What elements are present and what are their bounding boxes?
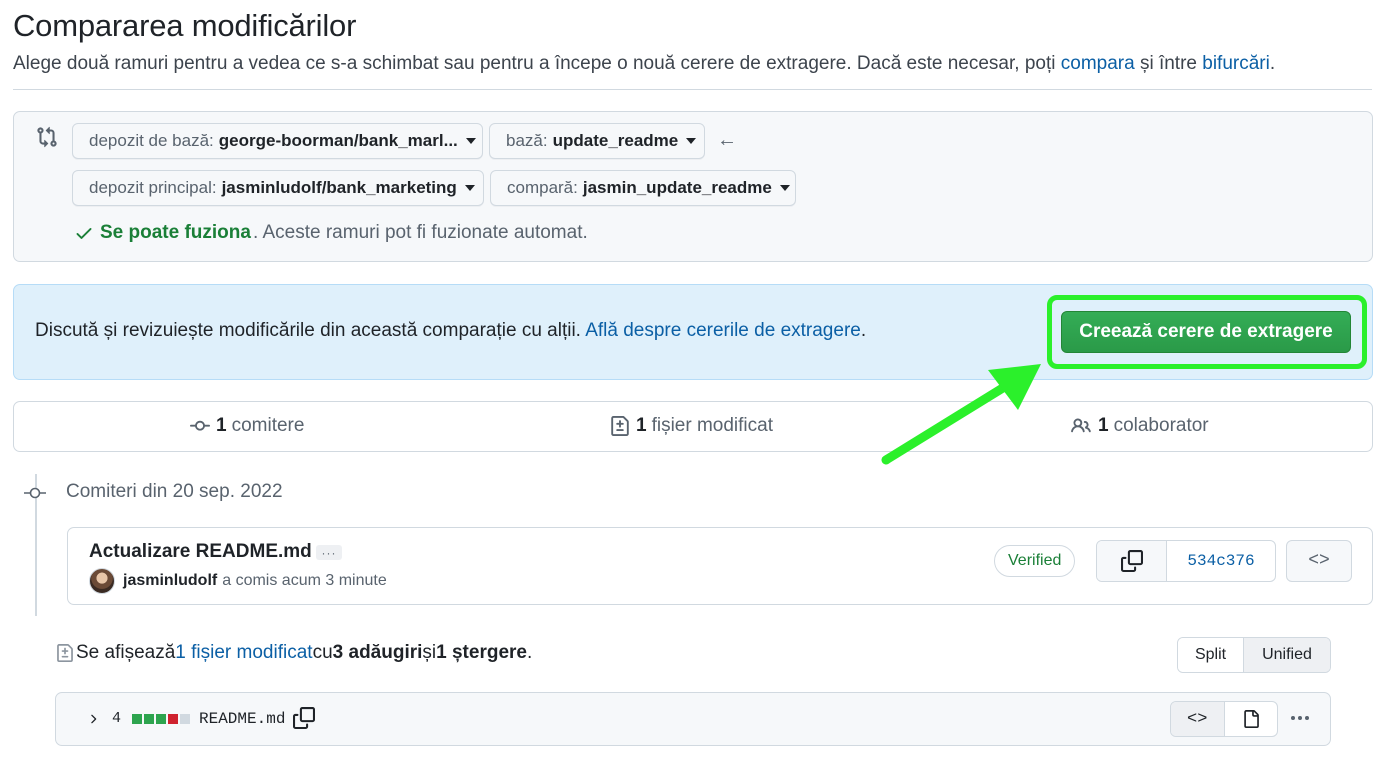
stat-files[interactable]: 1 fișier modificat — [610, 415, 773, 437]
prompt-text: Discută și revizuiește modificările din … — [35, 320, 866, 342]
page-subtitle: Alege două ramuri pentru a vedea ce s-a … — [13, 53, 1275, 75]
subtitle-middle: și între — [1134, 53, 1203, 74]
commit-author-link[interactable]: jasminludolf — [123, 572, 217, 589]
deletions-count: 1 ștergere — [436, 642, 527, 663]
copy-icon[interactable] — [293, 707, 315, 729]
merge-ok-label: Se poate fuziona — [100, 222, 251, 243]
git-compare-icon — [37, 126, 57, 148]
file-view-toggle: <> — [1170, 701, 1278, 737]
compare-branch-select[interactable]: compară: jasmin_update_readme — [490, 170, 796, 206]
commit-time: a comis acum 3 minute — [222, 572, 387, 589]
diffstat-block — [168, 714, 178, 724]
git-commit-icon — [24, 487, 46, 499]
copy-sha-button[interactable] — [1097, 541, 1167, 581]
forks-link[interactable]: bifurcări — [1202, 53, 1270, 74]
base-repo-label: depozit de bază: — [89, 131, 214, 150]
prompt-body: Discută și revizuiește modificările din … — [35, 320, 586, 341]
subtitle-suffix: . — [1269, 53, 1276, 74]
file-diff-icon — [611, 416, 629, 436]
base-branch-select[interactable]: bază: update_readme — [489, 123, 705, 159]
diffstat-bar — [132, 714, 190, 724]
verified-badge[interactable]: Verified — [994, 545, 1076, 577]
arrow-left-icon: ← — [717, 129, 737, 151]
chevron-down-icon — [464, 185, 475, 191]
file-change-count: 4 — [112, 710, 122, 727]
summary-prefix: Se afișează — [76, 642, 176, 663]
file-diff-icon — [57, 644, 73, 662]
head-repo-select[interactable]: depozit principal: jasminludolf/bank_mar… — [72, 170, 484, 206]
check-icon — [76, 228, 92, 239]
unified-view-button[interactable]: Unified — [1244, 638, 1330, 672]
chevron-down-icon — [465, 138, 476, 144]
commit-expand-button[interactable]: ··· — [316, 545, 342, 560]
stat-contributors[interactable]: 1 colaborator — [1070, 415, 1209, 437]
pull-request-prompt: Discută și revizuiește modificările din … — [13, 284, 1373, 380]
commits-count: 1 — [216, 415, 227, 436]
diffstat-block — [156, 714, 166, 724]
additions-count: 3 adăugiri — [332, 642, 423, 663]
file-name-link[interactable]: README.md — [199, 710, 285, 728]
stat-commits[interactable]: 1 comitere — [190, 415, 304, 437]
contributors-label: colaborator — [1113, 415, 1209, 436]
summary-and: și — [422, 642, 437, 663]
commit-item: Actualizare README.md ··· jasminludolf a … — [67, 527, 1373, 605]
contributors-count: 1 — [1098, 415, 1109, 436]
diff-summary: Se afișează 1 fișier modificat cu 3 adău… — [56, 642, 532, 664]
commits-date-heading: Comiteri din 20 sep. 2022 — [66, 481, 283, 502]
file-diff-header: 4 README.md <> — [55, 692, 1331, 746]
merge-text: . Aceste ramuri pot fi fuzionate automat… — [252, 222, 588, 243]
commit-meta: jasminludolf a comis acum 3 minute — [123, 572, 387, 590]
summary-with: cu — [312, 642, 333, 663]
prompt-suffix: . — [860, 320, 867, 341]
base-branch-value: update_readme — [552, 131, 679, 150]
create-pull-request-button[interactable]: Creează cerere de extragere — [1061, 311, 1351, 353]
range-editor: depozit de bază: george-boorman/bank_mar… — [13, 111, 1373, 262]
files-label: fișier modificat — [651, 415, 773, 436]
base-branch-label: bază: — [506, 131, 548, 150]
people-icon — [1071, 418, 1091, 433]
chevron-right-icon[interactable] — [86, 711, 100, 727]
base-repo-value: george-boorman/bank_marl... — [218, 131, 458, 150]
source-view-button[interactable]: <> — [1171, 702, 1225, 736]
diffstat-block — [144, 714, 154, 724]
summary-suffix: . — [526, 642, 533, 663]
commit-sha-group: 534c376 — [1096, 540, 1276, 582]
copy-icon — [1120, 550, 1143, 572]
compare-link[interactable]: compara — [1061, 53, 1135, 74]
diff-view-toggle: Split Unified — [1177, 637, 1331, 673]
compare-branch-value: jasmin_update_readme — [582, 178, 772, 197]
commits-label: comitere — [231, 415, 305, 436]
head-repo-label: depozit principal: — [89, 178, 217, 197]
commit-sha-link[interactable]: 534c376 — [1167, 541, 1275, 581]
learn-pull-requests-link[interactable]: Află despre cererile de extragere — [585, 320, 861, 341]
chevron-down-icon — [779, 185, 790, 191]
browse-code-button[interactable]: <> — [1286, 540, 1352, 582]
head-repo-value: jasminludolf/bank_marketing — [221, 178, 457, 197]
subtitle-text: Alege două ramuri pentru a vedea ce s-a … — [13, 53, 1061, 74]
header-divider — [13, 89, 1372, 90]
compare-branch-label: compară: — [507, 178, 578, 197]
avatar[interactable] — [89, 568, 115, 594]
kebab-horizontal-icon[interactable] — [1286, 706, 1314, 730]
diffstat-block — [180, 714, 190, 724]
base-repo-select[interactable]: depozit de bază: george-boorman/bank_mar… — [72, 123, 483, 159]
merge-status: Se poate fuziona. Aceste ramuri pot fi f… — [74, 222, 588, 244]
files-count: 1 — [636, 415, 647, 436]
rich-view-button[interactable] — [1225, 702, 1278, 736]
chevron-down-icon — [686, 138, 697, 144]
changed-files-link[interactable]: 1 fișier modificat — [175, 642, 312, 664]
file-icon — [1244, 710, 1259, 728]
diffstat-block — [132, 714, 142, 724]
git-commit-icon — [190, 420, 210, 431]
page-title: Compararea modificărilor — [13, 8, 357, 43]
split-view-button[interactable]: Split — [1178, 638, 1244, 672]
compare-stats: 1 comitere 1 fișier modificat 1 colaborator — [13, 401, 1373, 452]
commit-title-link[interactable]: Actualizare README.md — [89, 541, 312, 563]
